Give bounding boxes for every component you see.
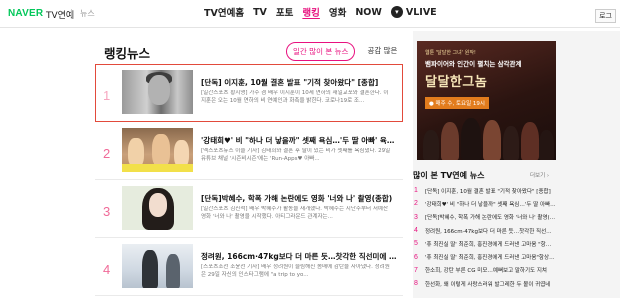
ad-schedule: ● 매주 수, 토요일 19시 (425, 97, 489, 109)
ranking-item[interactable]: 2 '강태희♥' 비 "하나 더 낳을까" 셋째 욕심…'두 딸 아빠' 육아 … (95, 122, 403, 180)
naver-logo[interactable]: NAVER (8, 8, 43, 19)
nav-now[interactable]: NOW (355, 7, 382, 18)
list-item[interactable]: 8 한선화, 왜 이렇게 사랑스러워 발그레한 두 볼이 귀엽네 (413, 277, 556, 290)
article-summary: [스포츠조선 조윤선 기자] 배우 정려원이 슬림해진 몸매에 감탄을 자아냈다… (201, 264, 390, 278)
list-headline[interactable]: '휴 최진실 딸' 최준희, 홍진경에게 드러낸 고마움 "항상 감… (425, 240, 556, 248)
article-thumbnail[interactable] (122, 186, 193, 230)
article-headline[interactable]: '강태희♥' 비 "하나 더 낳을까" 셋째 욕심…'두 딸 아빠' 육아 스킬… (201, 135, 399, 146)
article-headline[interactable]: 정려원, 166cm·47kg보다 더 마른 듯…찻각한 직선미에 김연경 "W… (201, 251, 399, 262)
article-summary: [엑스포츠뉴스 이슬 기자] 김태희와 결혼 후 딸이 있는 비가 셋째를 욕심… (201, 148, 391, 162)
list-item[interactable]: 7 한소희, 강탄 부른 CG 미모…예뻐보고 말하기도 지쳐 (413, 264, 556, 277)
list-item[interactable]: 5 '휴 최진실 딸' 최준희, 홍진경에게 드러낸 고마움 "항상 감… (413, 237, 556, 250)
list-item[interactable]: 4 정려원, 166cm·47kg보다 더 마른 듯…찻각한 직선미에 김연경 (413, 224, 556, 237)
ranking-item[interactable]: 4 정려원, 166cm·47kg보다 더 마른 듯…찻각한 직선미에 김연경 … (95, 238, 403, 296)
article-thumbnail[interactable] (122, 70, 193, 114)
nav-movie[interactable]: 영화 (329, 5, 346, 19)
ranking-item[interactable]: 1 [단독] 이지훈, 10월 결혼 발표 "기적 찾아왔다" [종합] [일간… (95, 64, 403, 122)
ad-tagline: 웹툰 '달달한 그녀' 원작! (425, 50, 476, 56)
article-headline[interactable]: [단독]박혜수, 학폭 가해 논란에도 영화 '너와 나' 촬영(종합) (201, 193, 399, 204)
list-headline[interactable]: '휴 최진실 딸' 최준희, 홍진경에게 드러낸 고마움"항상 감사… (425, 253, 556, 261)
rank-number: 1 (103, 88, 111, 103)
ranking-item[interactable]: 3 [단독]박혜수, 학폭 가해 논란에도 영화 '너와 나' 촬영(종합) [… (95, 180, 403, 238)
article-headline[interactable]: [단독] 이지훈, 10월 결혼 발표 "기적 찾아왔다" [종합] (201, 77, 399, 88)
article-thumbnail[interactable] (122, 128, 193, 172)
rank-number: 2 (103, 146, 111, 161)
tab-daily-most-viewed[interactable]: 일간 많이 본 뉴스 (286, 42, 356, 61)
nav-tv-home[interactable]: TV연예홈 (204, 5, 244, 19)
list-headline[interactable]: 한선화, 왜 이렇게 사랑스러워 발그레한 두 볼이 귀엽네 (425, 280, 550, 288)
nav-tv[interactable]: TV (253, 7, 267, 18)
rank-number: 3 (103, 204, 111, 219)
article-thumbnail[interactable] (122, 244, 193, 288)
page-title: 랭킹뉴스 (104, 46, 151, 61)
tab-most-empathy[interactable]: 공감 많은 (361, 42, 403, 61)
list-rank: 1 (414, 187, 418, 195)
list-item[interactable]: 1 [단독] 이지훈, 10월 결혼 발표 "기적 찾아왔다" [종합] (413, 184, 556, 197)
list-rank: 7 (414, 266, 418, 274)
nav-photo[interactable]: 포토 (276, 5, 293, 19)
list-headline[interactable]: 정려원, 166cm·47kg보다 더 마른 듯…찻각한 직선미에 김연경 (425, 227, 556, 235)
main-nav: TV연예홈 TV 포토 랭킹 영화 NOW ▾ VLIVE (204, 5, 437, 19)
list-headline[interactable]: '강태희♥' 비 "하나 더 낳을까" 셋째 욕심…'두 딸 아빠' 육아 (425, 200, 556, 208)
list-item[interactable]: 2 '강태희♥' 비 "하나 더 낳을까" 셋째 욕심…'두 딸 아빠' 육아 (413, 197, 556, 210)
sort-tabs: 일간 많이 본 뉴스 공감 많은 (286, 42, 403, 61)
nav-vlive[interactable]: ▾ VLIVE (390, 6, 437, 18)
list-rank: 6 (414, 253, 418, 261)
most-viewed-title: 많이 본 TV연예 뉴스 (413, 171, 485, 180)
list-rank: 5 (414, 240, 418, 248)
advertisement-banner[interactable]: 웹툰 '달달한 그녀' 원작! 뱀파이어와 인간이 펼치는 삼각관계 달달한그놈… (417, 41, 556, 160)
vlive-icon: ▾ (390, 6, 403, 18)
login-button[interactable]: 로그 (595, 9, 616, 23)
vlive-label: VLIVE (405, 6, 437, 18)
ranking-list: 1 [단독] 이지훈, 10월 결혼 발표 "기적 찾아왔다" [종합] [일간… (95, 64, 403, 296)
list-rank: 2 (414, 200, 418, 208)
ad-title: 달달한그놈 (425, 75, 488, 90)
ad-cast-image (417, 116, 556, 160)
list-item[interactable]: 6 '휴 최진실 딸' 최준희, 홍진경에게 드러낸 고마움"항상 감사… (413, 250, 556, 263)
rank-number: 4 (103, 262, 111, 277)
news-link[interactable]: 뉴스 (80, 8, 95, 19)
list-rank: 8 (414, 280, 418, 288)
list-headline[interactable]: [단독] 이지훈, 10월 결혼 발표 "기적 찾아왔다" [종합] (425, 187, 551, 195)
most-viewed-list: 1 [단독] 이지훈, 10월 결혼 발표 "기적 찾아왔다" [종합] 2 '강태… (413, 184, 556, 290)
ad-subtitle: 뱀파이어와 인간이 펼치는 삼각관계 (425, 60, 522, 68)
logo-separator: | (70, 8, 73, 17)
list-rank: 4 (414, 227, 418, 235)
nav-ranking[interactable]: 랭킹 (302, 5, 319, 19)
top-navigation-bar: NAVER TV연예 | 뉴스 TV연예홈 TV 포토 랭킹 영화 NOW ▾ … (0, 0, 620, 28)
list-headline[interactable]: [단독]박혜수, 학폭 가해 논란에도 영화 '너와 나' 촬영(종합) (425, 213, 556, 221)
article-summary: [일간스포츠 김진석] 배우 박혜수가 활동을 재개했다. 박혜수는 지난주부터… (201, 206, 389, 220)
most-viewed-more-link[interactable]: 더보기 › (530, 171, 549, 179)
list-headline[interactable]: 한소희, 강탄 부른 CG 미모…예뻐보고 말하기도 지쳐 (425, 266, 547, 274)
list-item[interactable]: 3 [단독]박혜수, 학폭 가해 논란에도 영화 '너와 나' 촬영(종합) (413, 211, 556, 224)
article-summary: [일간스포츠 황지영] 가수 겸 배우 이지훈이 10세 연하의 재일교포와 결… (201, 90, 389, 104)
list-rank: 3 (414, 213, 418, 221)
